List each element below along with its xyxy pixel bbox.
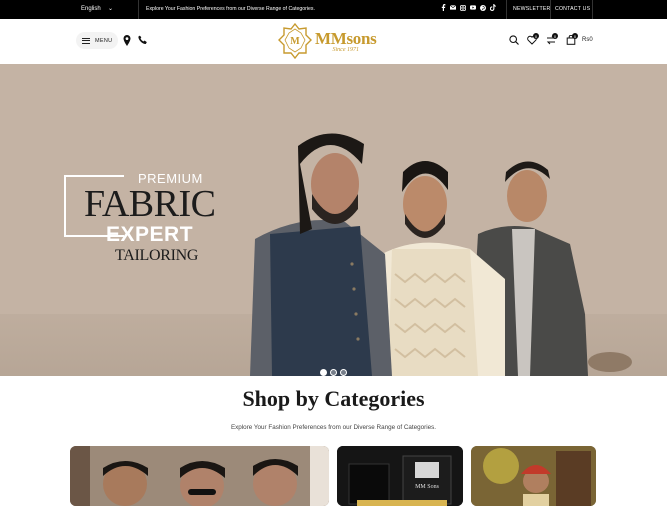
location-pin-icon[interactable]: [123, 35, 131, 46]
social-links: [440, 4, 496, 11]
search-icon[interactable]: [509, 35, 519, 45]
category-card[interactable]: [471, 446, 596, 506]
mail-icon[interactable]: [450, 4, 456, 11]
svg-text:M: M: [290, 36, 300, 47]
logo-emblem-icon: M: [278, 23, 312, 59]
slider-dot[interactable]: [340, 369, 347, 376]
category-image: [471, 446, 596, 506]
facebook-icon[interactable]: [440, 4, 446, 11]
contact-us-link[interactable]: CONTACT US: [555, 6, 590, 12]
logo-since: Since 1971: [332, 46, 359, 53]
promo-tailoring: TAILORING: [115, 247, 199, 264]
promo-expert: EXPERT: [106, 223, 194, 246]
site-header: MENU M MMsons Since 1971 0 0 0 Rs0: [0, 19, 667, 64]
category-card[interactable]: MM Sons: [337, 446, 463, 506]
newsletter-link[interactable]: NEWSLETTER: [513, 6, 550, 12]
instagram-icon[interactable]: [460, 4, 466, 11]
logo-name: MMsons: [315, 28, 377, 48]
phone-icon[interactable]: [138, 35, 147, 45]
categories-heading: Shop by Categories: [242, 386, 425, 411]
menu-button[interactable]: MENU: [76, 32, 119, 49]
pinterest-icon[interactable]: [480, 4, 486, 11]
hero-banner[interactable]: PREMIUM FABRIC EXPERT TAILORING: [0, 64, 667, 376]
svg-text:MM Sons: MM Sons: [415, 484, 440, 490]
slider-dot[interactable]: [330, 369, 337, 376]
top-bar: English ⌄ Explore Your Fashion Preferenc…: [0, 0, 667, 19]
hamburger-icon: [82, 37, 90, 44]
divider: [592, 0, 593, 19]
category-card[interactable]: [70, 446, 329, 506]
category-image: MM Sons: [337, 446, 463, 506]
slider-pagination: [320, 369, 347, 376]
cart-count-badge: 0: [572, 33, 578, 39]
youtube-icon[interactable]: [470, 4, 476, 11]
language-selector[interactable]: English: [81, 6, 101, 12]
categories-subtitle: Explore Your Fashion Preferences from ou…: [230, 424, 437, 431]
hero-promo-text: PREMIUM FABRIC EXPERT TAILORING: [64, 171, 219, 303]
promo-fabric: FABRIC: [84, 183, 216, 225]
chevron-down-icon[interactable]: ⌄: [108, 5, 113, 12]
site-logo[interactable]: M MMsons Since 1971: [278, 22, 377, 60]
divider: [138, 0, 139, 19]
tiktok-icon[interactable]: [490, 4, 496, 11]
compare-count-badge: 0: [552, 33, 558, 39]
category-image: [70, 446, 329, 506]
top-bar-tagline: Explore Your Fashion Preferences from ou…: [146, 6, 315, 12]
wishlist-count-badge: 0: [533, 33, 539, 39]
cart-amount[interactable]: Rs0: [582, 37, 593, 43]
slider-dot[interactable]: [320, 369, 327, 376]
divider: [550, 0, 551, 19]
divider: [506, 0, 507, 19]
menu-label: MENU: [95, 37, 113, 44]
